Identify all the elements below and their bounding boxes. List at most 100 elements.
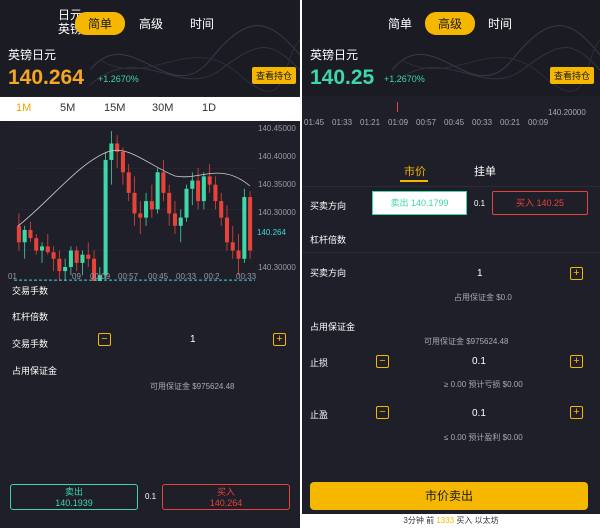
buy-direction-button[interactable]: 买入 140.25 bbox=[492, 191, 588, 215]
sell-direction-button[interactable]: 卖出 140.1799 bbox=[372, 191, 467, 215]
candle-body bbox=[167, 192, 172, 214]
qty-value[interactable]: 1 bbox=[477, 268, 483, 279]
timeframe-1d[interactable]: 1D bbox=[202, 102, 216, 114]
ticker-time: 3分钟 前 bbox=[403, 516, 435, 525]
axis-time-label: 00:21 bbox=[500, 118, 521, 127]
margin-note: 占用保证金 $0.0 bbox=[454, 293, 512, 302]
y-tick-label: 140.40000 bbox=[258, 152, 296, 161]
stop-loss-note: ≥ 0.00 预计亏损 $0.00 bbox=[444, 380, 523, 389]
candle-body bbox=[236, 250, 241, 259]
view-position-button[interactable]: 查看持仓 bbox=[252, 67, 297, 84]
axis-time-label: 01:33 bbox=[332, 118, 353, 127]
x-tick-label: 00:57 bbox=[118, 272, 139, 281]
tab-time[interactable]: 时间 bbox=[190, 15, 214, 32]
candle-body bbox=[144, 201, 149, 218]
sell-label: 卖出 bbox=[64, 487, 83, 497]
candle-body bbox=[57, 258, 62, 272]
candle-body bbox=[149, 201, 154, 210]
take-profit-value[interactable]: 0.1 bbox=[472, 408, 486, 419]
take-profit-increase-button[interactable]: + bbox=[570, 406, 583, 419]
timeframe-30m[interactable]: 30M bbox=[152, 102, 173, 114]
margin-label: 占用保证金 bbox=[12, 366, 58, 376]
candle-body bbox=[80, 254, 85, 263]
current-price-label: 140.264 bbox=[257, 228, 286, 237]
pair-name: 英镑日元 bbox=[8, 48, 57, 62]
timeframe-5m[interactable]: 5M bbox=[60, 102, 75, 114]
candle-body bbox=[242, 197, 247, 259]
buy-button[interactable]: 买入 140.264 bbox=[162, 484, 290, 510]
leverage-label: 杠杆倍数 bbox=[310, 235, 347, 245]
direction-label: 买卖方向 bbox=[310, 201, 347, 211]
spread-value: 0.1 bbox=[145, 492, 157, 501]
qty-value[interactable]: 1 bbox=[190, 334, 196, 345]
candle-body bbox=[184, 188, 189, 218]
stop-loss-increase-button[interactable]: + bbox=[570, 355, 583, 368]
x-tick-label: 00:45 bbox=[148, 272, 169, 281]
tab-time[interactable]: 时间 bbox=[488, 15, 512, 32]
candles bbox=[16, 131, 253, 281]
buy-label: 买入 bbox=[216, 487, 235, 497]
candle-body bbox=[230, 242, 235, 251]
candle-body bbox=[74, 250, 79, 263]
candle-body bbox=[39, 246, 45, 251]
candle-body bbox=[68, 250, 73, 267]
current-price: 140.264 bbox=[8, 66, 84, 89]
qty-increase-button[interactable]: + bbox=[570, 267, 583, 280]
take-profit-decrease-button[interactable]: − bbox=[376, 406, 389, 419]
candle-body bbox=[109, 143, 114, 160]
leverage-label: 杠杆倍数 bbox=[12, 312, 49, 322]
axis-time-label: 00:09 bbox=[528, 118, 549, 127]
candle-body bbox=[103, 159, 108, 276]
current-price: 140.25 bbox=[310, 66, 375, 89]
tab-market-order[interactable]: 市价 bbox=[404, 163, 426, 179]
stop-loss-decrease-button[interactable]: − bbox=[376, 355, 389, 368]
candle-body bbox=[178, 217, 183, 226]
candle-body bbox=[138, 213, 143, 218]
header: 简单 高级 时间 英镑日元 140.25 +1.2670% 查看持仓 bbox=[302, 0, 600, 96]
candlestick-chart[interactable]: 140.45000 140.40000 140.35000 140.30000 … bbox=[0, 121, 300, 281]
x-tick-label: 01 bbox=[8, 272, 17, 281]
tab-simple[interactable]: 简单 bbox=[388, 15, 412, 32]
qty-increase-button[interactable]: + bbox=[273, 333, 286, 346]
candle-body bbox=[120, 151, 125, 173]
change-percent: +1.2670% bbox=[98, 74, 139, 84]
x-tick-label: 09 bbox=[72, 272, 81, 281]
candle-body bbox=[22, 229, 27, 243]
y-tick-label: 140.35000 bbox=[258, 180, 296, 189]
candle-body bbox=[16, 225, 21, 243]
tab-limit-order[interactable]: 挂单 bbox=[474, 163, 496, 179]
y-tick-label: 140.30000 bbox=[258, 208, 296, 217]
spread-value: 0.1 bbox=[474, 199, 486, 208]
x-tick-label: 00:33 bbox=[236, 272, 257, 281]
candle-body bbox=[51, 252, 56, 259]
candle-body bbox=[161, 172, 166, 193]
candle-body bbox=[207, 176, 212, 185]
timeframe-1m[interactable]: 1M bbox=[16, 102, 31, 114]
take-profit-note: ≤ 0.00 预计盈利 $0.00 bbox=[444, 433, 523, 442]
divider bbox=[302, 252, 600, 253]
timeframe-15m[interactable]: 15M bbox=[104, 102, 125, 114]
candle-body bbox=[28, 229, 33, 239]
stop-loss-value[interactable]: 0.1 bbox=[472, 356, 486, 367]
axis-time-label: 01:09 bbox=[388, 118, 409, 127]
buy-price: 140.264 bbox=[209, 498, 243, 508]
take-profit-label: 止盈 bbox=[310, 410, 329, 420]
available-margin: 可用保证金 $975624.48 bbox=[424, 337, 509, 346]
tab-advanced[interactable]: 高级 bbox=[139, 15, 163, 32]
divider bbox=[302, 186, 600, 187]
view-position-button[interactable]: 查看持仓 bbox=[550, 67, 595, 84]
activity-ticker: 3分钟 前 1333 买入 以太坊 bbox=[302, 514, 600, 528]
change-percent: +1.2670% bbox=[384, 74, 425, 84]
candle-body bbox=[34, 238, 39, 251]
ticker-action: 买入 以太坊 bbox=[456, 516, 499, 525]
qty-decrease-button[interactable]: − bbox=[98, 333, 111, 346]
market-sell-button[interactable]: 市价卖出 bbox=[310, 482, 588, 510]
y-tick-label: 140.30000 bbox=[258, 263, 296, 272]
tab-simple[interactable]: 简单 bbox=[75, 12, 125, 35]
candle-body bbox=[132, 192, 137, 214]
tab-advanced[interactable]: 高级 bbox=[425, 12, 475, 35]
sell-button[interactable]: 卖出 140.1939 bbox=[10, 484, 138, 510]
axis-time-label: 00:57 bbox=[416, 118, 437, 127]
trade-qty-label: 交易手数 bbox=[12, 286, 49, 296]
candle-body bbox=[201, 176, 206, 202]
